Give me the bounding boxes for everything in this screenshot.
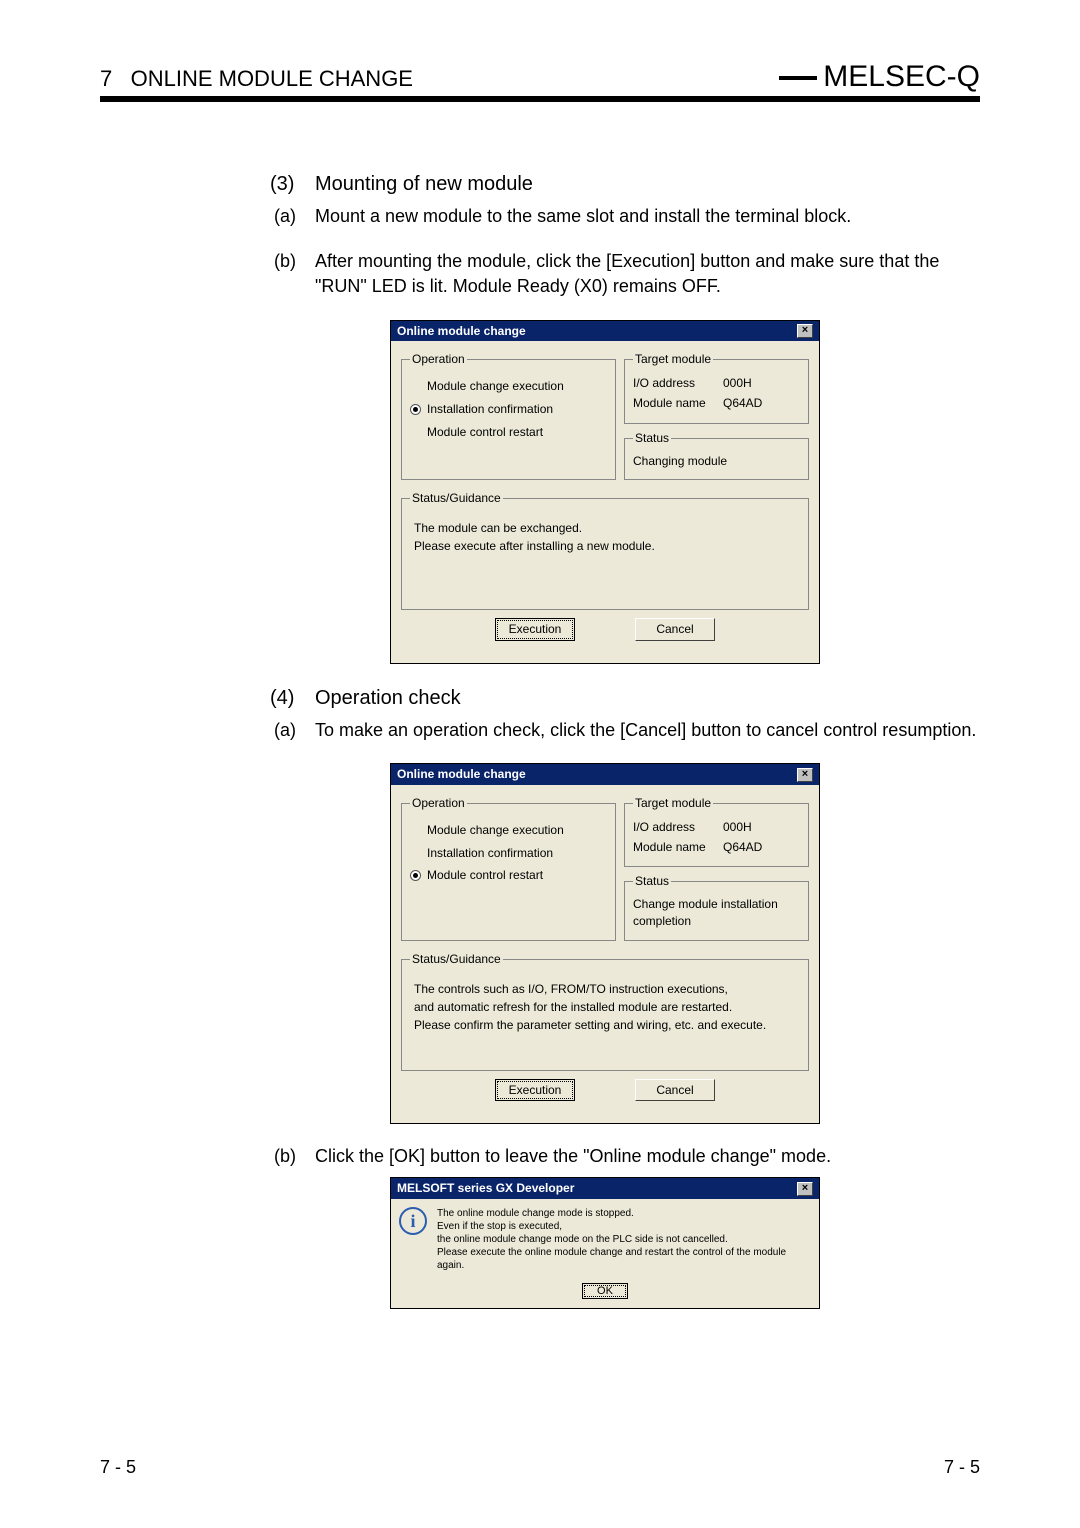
section-4b-text: Click the [OK] button to leave the "Onli… <box>315 1144 980 1169</box>
status-legend: Status <box>633 430 671 447</box>
cancel-button[interactable]: Cancel <box>635 1079 715 1102</box>
status-legend: Status <box>633 873 671 890</box>
chapter-number: 7 <box>100 66 112 91</box>
op1-label: Module change execution <box>427 378 564 395</box>
section-3-num: (3) <box>270 170 315 198</box>
info-icon: i <box>399 1207 427 1235</box>
section-3a-label: (a) <box>270 204 315 229</box>
dialog-online-module-change-2: Online module change × Operation Module … <box>390 763 820 1124</box>
status-group: Status Change module installation comple… <box>624 873 809 940</box>
radio-icon[interactable] <box>410 404 421 415</box>
status-text: Change module installation completion <box>633 894 800 932</box>
close-icon[interactable]: × <box>797 768 813 782</box>
messagebox-titlebar: MELSOFT series GX Developer × <box>391 1178 819 1199</box>
footer-left: 7 - 5 <box>100 1457 136 1478</box>
messagebox-title: MELSOFT series GX Developer <box>397 1180 574 1197</box>
ok-button[interactable]: OK <box>582 1283 628 1299</box>
op-module-change-execution: Module change execution <box>410 378 607 395</box>
section-4b: (b) Click the [OK] button to leave the "… <box>270 1144 980 1169</box>
guidance-legend: Status/Guidance <box>410 951 503 968</box>
guidance-group: Status/Guidance The controls such as I/O… <box>401 951 809 1071</box>
messagebox-text: The online module change mode is stopped… <box>437 1207 811 1272</box>
section-3-title: Mounting of new module <box>315 170 533 198</box>
execution-button[interactable]: Execution <box>495 618 575 641</box>
close-icon[interactable]: × <box>797 324 813 338</box>
io-address-value: 000H <box>723 819 752 836</box>
module-name-key: Module name <box>633 395 723 412</box>
op-installation-confirmation[interactable]: Installation confirmation <box>410 401 607 418</box>
guidance-line-3: Please confirm the parameter setting and… <box>414 1016 796 1034</box>
guidance-line-2: Please execute after installing a new mo… <box>414 537 796 555</box>
op-module-control-restart[interactable]: Module control restart <box>410 867 607 884</box>
chapter-title: 7 ONLINE MODULE CHANGE <box>100 66 413 92</box>
op3-label: Module control restart <box>427 424 543 441</box>
op-module-control-restart: Module control restart <box>410 424 607 441</box>
status-text: Changing module <box>633 451 800 472</box>
guidance-line-1: The controls such as I/O, FROM/TO instru… <box>414 980 796 998</box>
module-name-value: Q64AD <box>723 395 762 412</box>
section-4-title: Operation check <box>315 684 461 712</box>
msg-line-1: The online module change mode is stopped… <box>437 1207 811 1220</box>
module-name-key: Module name <box>633 839 723 856</box>
msg-line-3: the online module change mode on the PLC… <box>437 1233 811 1246</box>
dialog2-titlebar: Online module change × <box>391 764 819 785</box>
op2-label: Installation confirmation <box>427 845 553 862</box>
operation-group: Operation Module change execution Instal… <box>401 795 616 941</box>
execution-button[interactable]: Execution <box>495 1079 575 1102</box>
close-icon[interactable]: × <box>797 1182 813 1196</box>
footer-right: 7 - 5 <box>944 1457 980 1478</box>
section-3a-text: Mount a new module to the same slot and … <box>315 204 980 229</box>
target-module-group: Target module I/O address000H Module nam… <box>624 351 809 423</box>
msg-line-2: Even if the stop is executed, <box>437 1220 811 1233</box>
target-module-legend: Target module <box>633 351 713 368</box>
section-4a-label: (a) <box>270 718 315 743</box>
msg-line-4: Please execute the online module change … <box>437 1246 811 1272</box>
target-module-legend: Target module <box>633 795 713 812</box>
guidance-legend: Status/Guidance <box>410 490 503 507</box>
operation-group: Operation Module change execution Instal… <box>401 351 616 480</box>
section-3b: (b) After mounting the module, click the… <box>270 249 980 299</box>
series-text: MELSEC-Q <box>823 60 980 93</box>
section-3-heading: (3) Mounting of new module <box>270 170 980 198</box>
dialog1-titlebar: Online module change × <box>391 321 819 342</box>
io-address-value: 000H <box>723 375 752 392</box>
section-4b-label: (b) <box>270 1144 315 1169</box>
operation-legend: Operation <box>410 351 467 368</box>
dialog1-title: Online module change <box>397 323 526 340</box>
section-4-num: (4) <box>270 684 315 712</box>
guidance-group: Status/Guidance The module can be exchan… <box>401 490 809 610</box>
messagebox-gx-developer: MELSOFT series GX Developer × i The onli… <box>390 1177 820 1308</box>
guidance-line-1: The module can be exchanged. <box>414 519 796 537</box>
section-4a: (a) To make an operation check, click th… <box>270 718 980 743</box>
dialog2-title: Online module change <box>397 766 526 783</box>
op1-label: Module change execution <box>427 822 564 839</box>
page-header: 7 ONLINE MODULE CHANGE MELSEC-Q <box>100 60 980 102</box>
dialog-online-module-change-1: Online module change × Operation Module … <box>390 320 820 664</box>
radio-icon[interactable] <box>410 870 421 881</box>
section-4-heading: (4) Operation check <box>270 684 980 712</box>
op3-label: Module control restart <box>427 867 543 884</box>
series-dash-icon <box>779 76 817 80</box>
target-module-group: Target module I/O address000H Module nam… <box>624 795 809 867</box>
section-3b-label: (b) <box>270 249 315 299</box>
operation-legend: Operation <box>410 795 467 812</box>
section-4a-text: To make an operation check, click the [C… <box>315 718 980 743</box>
chapter-text: ONLINE MODULE CHANGE <box>131 66 413 91</box>
io-address-key: I/O address <box>633 375 723 392</box>
op2-label: Installation confirmation <box>427 401 553 418</box>
op-installation-confirmation: Installation confirmation <box>410 845 607 862</box>
page-footer: 7 - 5 7 - 5 <box>0 1457 1080 1478</box>
section-3b-text: After mounting the module, click the [Ex… <box>315 249 980 299</box>
module-name-value: Q64AD <box>723 839 762 856</box>
section-3a: (a) Mount a new module to the same slot … <box>270 204 980 229</box>
op-module-change-execution: Module change execution <box>410 822 607 839</box>
io-address-key: I/O address <box>633 819 723 836</box>
guidance-line-2: and automatic refresh for the installed … <box>414 998 796 1016</box>
series-label: MELSEC-Q <box>779 60 980 94</box>
cancel-button[interactable]: Cancel <box>635 618 715 641</box>
status-group: Status Changing module <box>624 430 809 481</box>
